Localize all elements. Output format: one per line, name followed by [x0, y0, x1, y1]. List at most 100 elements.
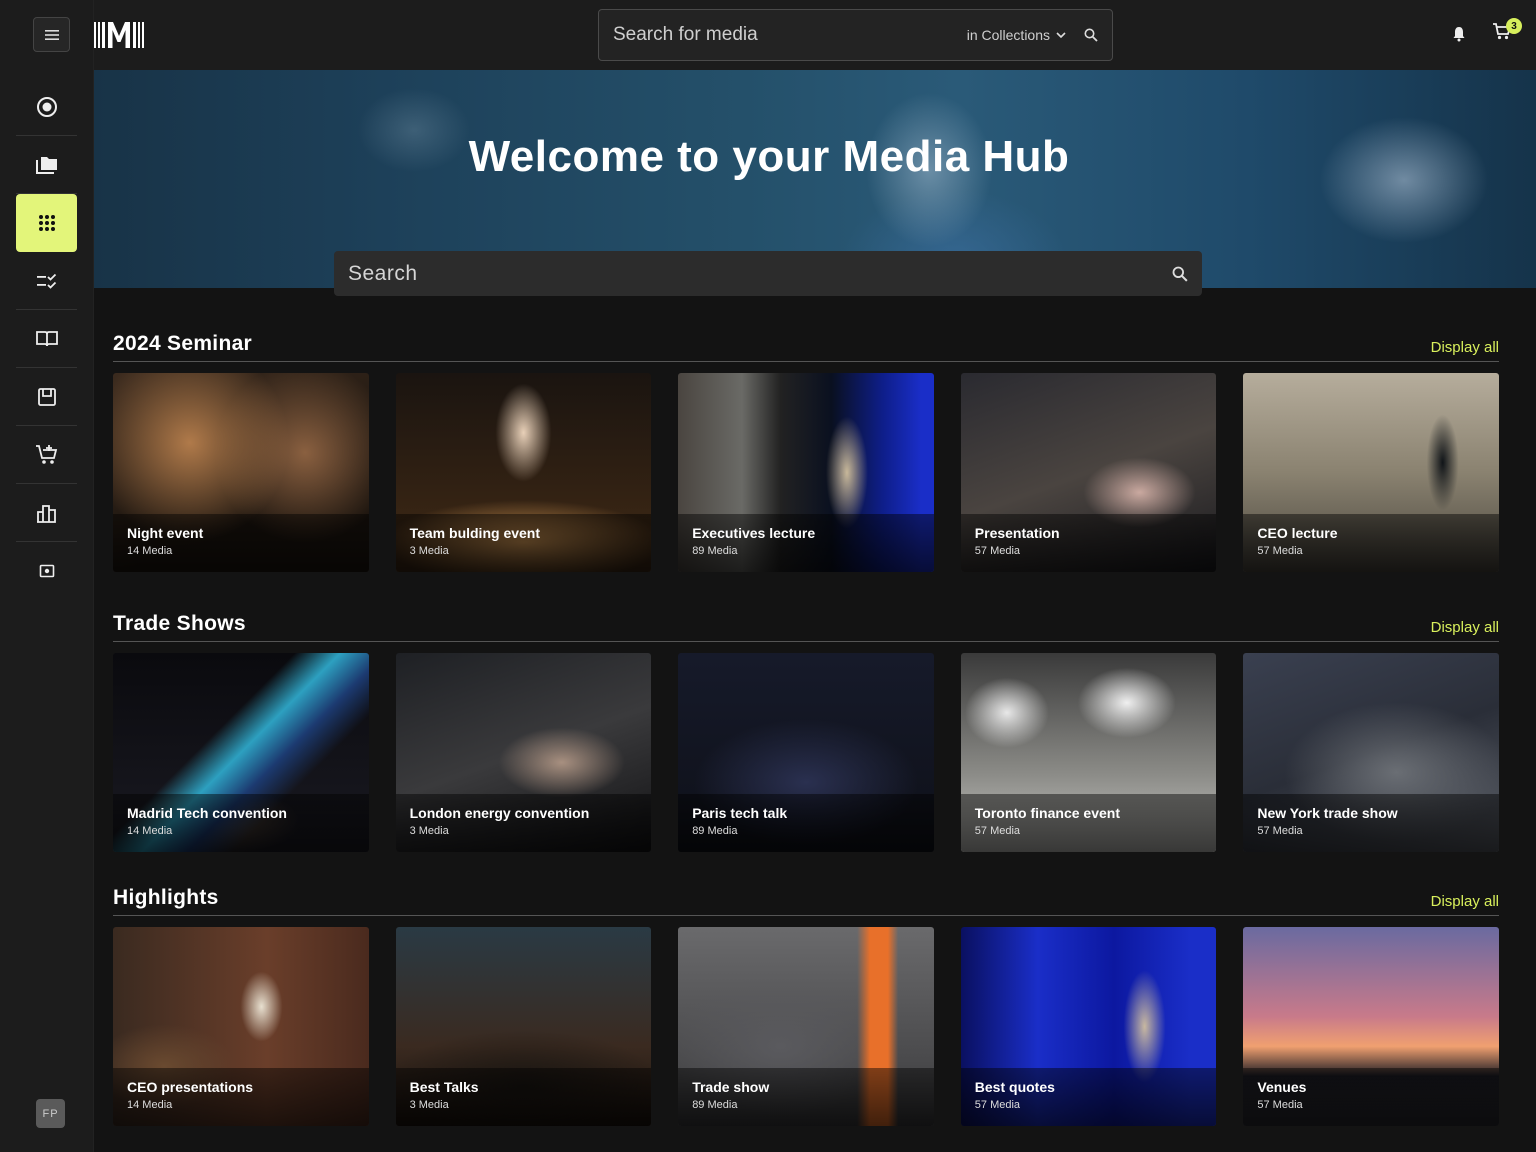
user-avatar[interactable]: FP: [36, 1099, 65, 1128]
card-row: Night event 14 Media Team bulding event 3 …: [113, 373, 1499, 572]
collection-section: Trade Shows Display all Madrid Tech conv…: [113, 612, 1499, 852]
sidebar-nav: [16, 78, 77, 600]
card-title: Best Talks: [409, 1079, 479, 1095]
target-icon: [36, 96, 57, 117]
card-title: Madrid Tech convention: [127, 805, 287, 821]
sidebar-item-library[interactable]: [16, 310, 77, 368]
hero-title: Welcome to your Media Hub: [468, 132, 1070, 181]
collection-card[interactable]: CEO lecture 57 Media: [1243, 373, 1499, 572]
card-media-count: 57 Media: [1257, 825, 1303, 837]
display-all-link[interactable]: Display all: [1431, 619, 1499, 636]
sidebar-item-orders[interactable]: [16, 426, 77, 484]
card-overlay: [395, 1068, 652, 1126]
card-media-count: 89 Media: [692, 1099, 738, 1111]
card-title: Toronto finance event: [974, 805, 1120, 821]
collection-card[interactable]: Trade show 89 Media: [678, 927, 934, 1126]
collection-card[interactable]: Executives lecture 89 Media: [678, 373, 934, 572]
hero-search-bar: [334, 251, 1202, 296]
header-actions: 3: [1452, 18, 1522, 45]
card-row: Madrid Tech convention 14 Media London en…: [113, 653, 1499, 852]
card-media-count: 3 Media: [409, 545, 449, 557]
section-title: Trade Shows: [113, 612, 246, 635]
book-icon: [35, 330, 58, 346]
sidebar-item-archive[interactable]: [16, 368, 77, 426]
collection-card[interactable]: Presentation 57 Media: [960, 373, 1217, 572]
sidebar-item-dashboard[interactable]: [16, 78, 77, 136]
section-title: 2024 Seminar: [113, 332, 253, 355]
card-overlay: [960, 794, 1217, 852]
collection-card[interactable]: Paris tech talk 89 Media: [678, 653, 934, 852]
card-title: CEO lecture: [1257, 525, 1338, 541]
collection-section: Highlights Display all CEO presentations…: [113, 886, 1499, 1126]
card-overlay: [395, 514, 652, 572]
card-title: New York trade show: [1257, 805, 1398, 821]
collection-card[interactable]: New York trade show 57 Media: [1243, 653, 1499, 852]
sidebar-item-tasks[interactable]: [16, 252, 77, 310]
search-icon[interactable]: [1084, 28, 1098, 42]
cart-count-badge: 3: [1506, 18, 1522, 34]
display-all-link[interactable]: Display all: [1431, 893, 1499, 910]
card-row: CEO presentations 14 Media Best Talks 3 Me…: [113, 927, 1499, 1126]
image-frame-icon: [39, 564, 54, 578]
card-media-count: 57 Media: [974, 545, 1021, 557]
card-title: London energy convention: [409, 805, 590, 821]
card-media-count: 89 Media: [692, 545, 738, 557]
card-overlay: [678, 1068, 934, 1126]
collection-card[interactable]: Team bulding event 3 Media: [395, 373, 652, 572]
card-overlay: [1243, 1068, 1499, 1126]
card-media-count: 57 Media: [1257, 1099, 1303, 1111]
sidebar: FP: [0, 0, 94, 1152]
search-scope-label: in Collections: [966, 27, 1050, 43]
sidebar-item-analytics[interactable]: [16, 484, 77, 542]
collection-card[interactable]: Toronto finance event 57 Media: [960, 653, 1217, 852]
card-overlay: [1243, 514, 1499, 572]
card-title: Paris tech talk: [692, 805, 788, 821]
archive-icon: [37, 387, 56, 406]
bar-chart-icon: [36, 504, 56, 523]
card-overlay: [678, 514, 934, 572]
card-media-count: 89 Media: [692, 825, 738, 837]
sidebar-item-apps[interactable]: [16, 194, 77, 252]
card-media-count: 57 Media: [974, 825, 1021, 837]
grid-icon: [38, 215, 55, 231]
card-overlay: [113, 514, 369, 572]
card-overlay: [960, 514, 1217, 572]
collection-card[interactable]: Best quotes 57 Media: [960, 927, 1217, 1126]
menu-toggle-button[interactable]: [33, 17, 70, 52]
card-media-count: 14 Media: [127, 1099, 173, 1111]
card-media-count: 57 Media: [974, 1099, 1021, 1111]
card-media-count: 14 Media: [127, 825, 173, 837]
global-search-input[interactable]: [613, 24, 967, 46]
section-header: 2024 Seminar Display all: [113, 332, 1499, 362]
chevron-down-icon: [1056, 32, 1066, 38]
collection-card[interactable]: London energy convention 3 Media: [395, 653, 652, 852]
card-media-count: 3 Media: [409, 1099, 449, 1111]
collection-card[interactable]: Best Talks 3 Media: [395, 927, 652, 1126]
collection-card[interactable]: Madrid Tech convention 14 Media: [113, 653, 369, 852]
collection-card[interactable]: CEO presentations 14 Media: [113, 927, 369, 1126]
top-bar: in Collections 3: [94, 0, 1536, 70]
card-title: Trade show: [692, 1079, 770, 1095]
card-overlay: [1243, 794, 1499, 852]
sidebar-item-collections[interactable]: [16, 136, 77, 194]
section-header: Highlights Display all: [113, 886, 1499, 916]
brand-logo[interactable]: [94, 20, 158, 50]
hero-search-input[interactable]: [348, 261, 1172, 286]
card-title: Venues: [1257, 1079, 1307, 1095]
card-overlay: [113, 794, 369, 852]
search-scope-select[interactable]: in Collections: [967, 27, 1066, 43]
card-media-count: 3 Media: [409, 825, 449, 837]
card-title: Executives lecture: [692, 525, 816, 541]
display-all-link[interactable]: Display all: [1431, 339, 1499, 356]
collection-card[interactable]: Venues 57 Media: [1243, 927, 1499, 1126]
sidebar-item-media[interactable]: [16, 542, 77, 600]
search-icon[interactable]: [1172, 266, 1188, 282]
collection-card[interactable]: Night event 14 Media: [113, 373, 369, 572]
card-title: Best quotes: [974, 1079, 1055, 1095]
card-title: Night event: [127, 525, 204, 541]
bell-icon[interactable]: [1452, 26, 1466, 42]
cart-button[interactable]: 3: [1492, 18, 1522, 45]
card-overlay: [113, 1068, 369, 1126]
card-overlay: [678, 794, 934, 852]
cart-add-icon: [35, 444, 57, 464]
